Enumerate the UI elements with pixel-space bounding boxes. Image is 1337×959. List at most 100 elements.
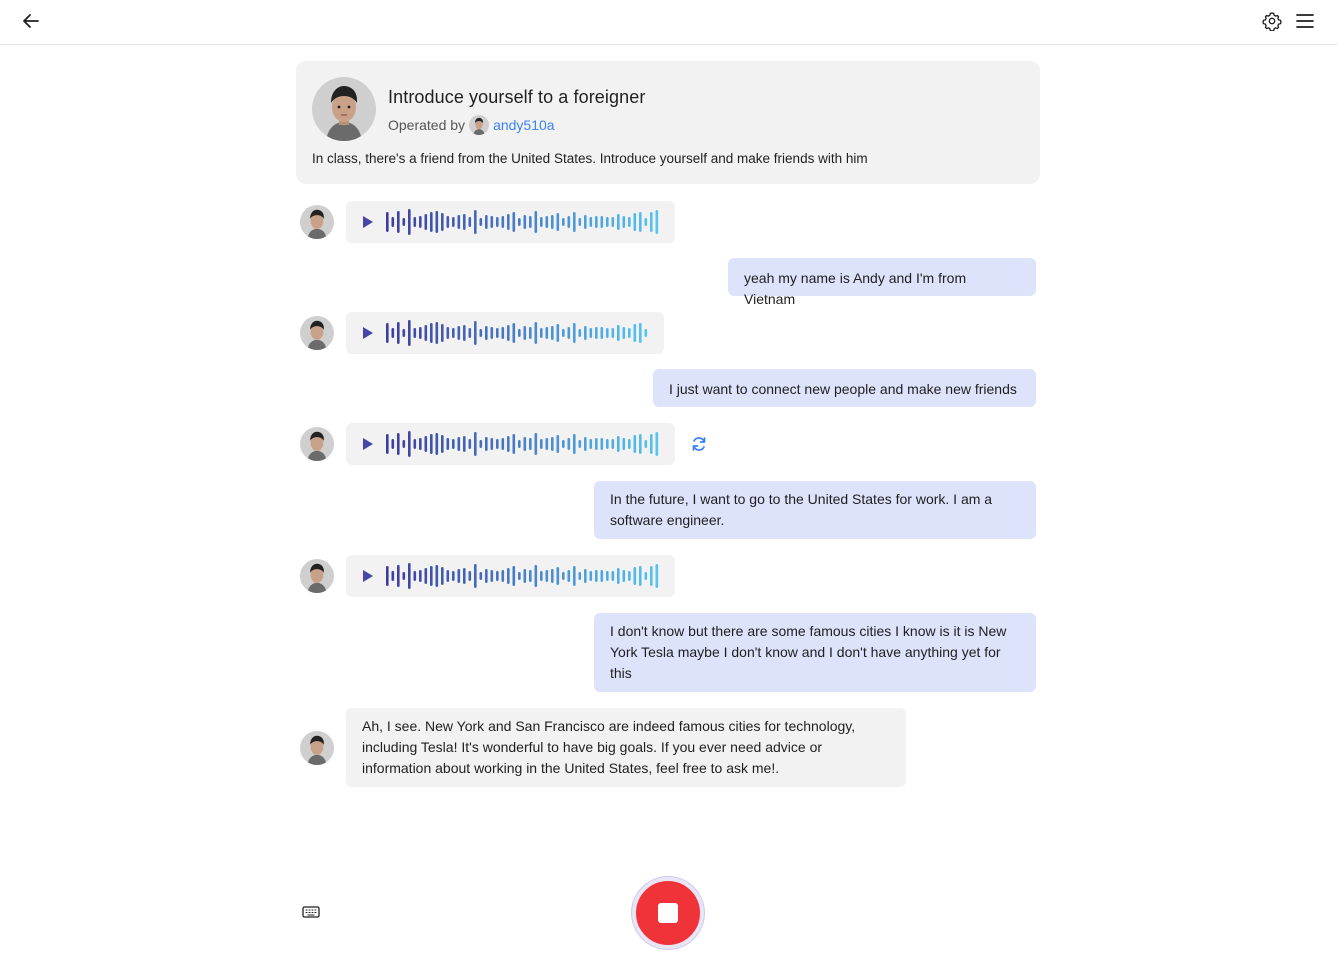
waveform-bar [644,218,648,226]
waveform-bar [413,217,417,227]
waveform-bar [573,434,576,454]
waveform-bar [474,564,477,588]
waveform-bar [622,570,626,582]
waveform-bar [452,217,455,227]
waveform-bar [468,571,472,581]
waveform-bar [644,572,648,580]
waveform-bar [551,569,554,583]
waveform-bar [485,215,488,229]
assistant-avatar [300,559,334,593]
assistant-message-text: Ah, I see. New York and San Francisco ar… [362,718,856,776]
waveform-bar [397,433,400,455]
waveform-bar [595,216,598,228]
waveform-bar [479,440,483,448]
waveform-bar [408,320,411,346]
user-message: yeah my name is Andy and I'm from Vietna… [728,258,1036,307]
operator-username-link[interactable]: andy510a [493,117,555,133]
waveform-bar [606,571,609,581]
waveform-bar [397,565,400,587]
user-message-text: I just want to connect new people and ma… [669,381,1017,397]
play-button[interactable] [360,325,376,341]
user-message: I just want to connect new people and ma… [653,369,1036,407]
waveform-bar [529,438,532,450]
waveform-bar [644,440,648,448]
waveform-bar [391,328,395,338]
waveform-bar [435,433,439,455]
user-message-text: yeah my name is Andy and I'm from Vietna… [744,270,967,307]
waveform-bar [397,322,400,344]
waveform-bar [479,329,483,337]
waveform-bar [518,218,521,226]
waveform-bar [413,439,417,449]
waveform-bar [567,570,571,582]
waveform-bar [496,217,499,227]
assistant-avatar [300,427,334,461]
waveform-bar [628,571,631,581]
waveform-bar [402,572,406,580]
waveform-bar [386,212,389,232]
regenerate-button[interactable] [690,435,708,453]
waveform-bar [424,436,428,452]
waveform-bar [446,570,450,582]
waveform-bar [430,566,433,586]
waveform-bar [424,325,428,341]
waveform-bar [479,218,483,226]
waveform-bar [578,440,582,448]
back-button[interactable] [16,6,46,36]
waveform-bar [611,439,615,449]
waveform-bar [512,323,516,343]
waveform [386,209,659,235]
audio-message [346,312,664,354]
waveform-bar [419,438,422,450]
keyboard-toggle-button[interactable] [302,905,322,923]
waveform-bar [452,439,455,449]
scenario-avatar [312,77,376,141]
waveform [386,563,659,589]
play-icon [363,438,373,450]
waveform-bar [507,436,510,452]
waveform-bar [622,216,626,228]
waveform-bar [573,323,576,343]
waveform [386,320,648,346]
waveform-bar [419,216,422,228]
waveform-bar [446,216,450,228]
waveform-bar [457,569,461,583]
waveform-bar [617,325,620,341]
audio-message [346,423,675,465]
play-button[interactable] [360,568,376,584]
waveform-bar [501,216,505,228]
waveform-bar [441,213,444,231]
waveform-bar [441,567,444,585]
waveform-bar [628,328,631,338]
waveform-bar [606,328,609,338]
waveform-bar [435,322,439,344]
waveform-bar [556,567,560,585]
waveform-bar [611,571,615,581]
waveform-bar [600,216,604,228]
menu-button[interactable] [1290,6,1320,36]
waveform-bar [534,322,538,344]
waveform-bar [584,326,587,340]
play-button[interactable] [360,214,376,230]
waveform-bar [534,433,538,455]
scenario-description: In class, there's a friend from the Unit… [312,151,868,166]
assistant-avatar [300,731,334,765]
play-icon [363,327,373,339]
settings-button[interactable] [1257,6,1287,36]
waveform-bar [589,439,593,449]
waveform-bar [589,328,593,338]
waveform-bar [562,329,565,337]
waveform-bar [573,212,576,232]
waveform-bar [452,328,455,338]
waveform-bar [485,326,488,340]
play-button[interactable] [360,436,376,452]
waveform-bar [496,328,499,338]
stop-icon [658,903,678,923]
waveform-bar [468,328,472,338]
arrow-left-icon [23,14,39,28]
waveform-bar [606,217,609,227]
record-stop-button[interactable] [632,877,704,949]
waveform-bar [419,327,422,339]
waveform-bar [650,212,653,232]
waveform-bar [391,217,395,227]
